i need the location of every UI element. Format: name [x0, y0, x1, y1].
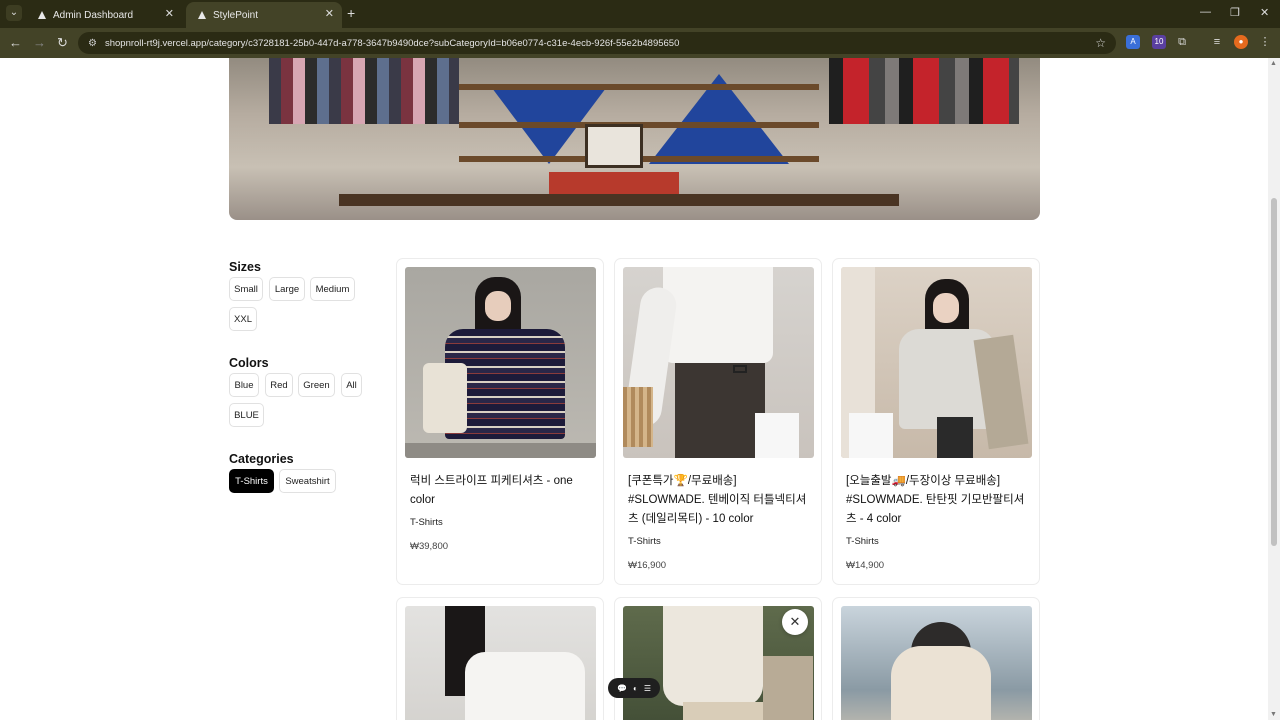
product-category: T-Shirts — [846, 536, 879, 547]
close-tab-icon[interactable]: ✕ — [325, 7, 334, 20]
new-tab-icon[interactable]: + — [347, 5, 355, 21]
translate-extension-icon[interactable]: A — [1126, 35, 1140, 49]
forward-icon[interactable]: → — [33, 35, 46, 50]
color-chip-all[interactable]: All — [341, 373, 362, 397]
product-category: T-Shirts — [628, 536, 661, 547]
product-card[interactable]: 럭비 스트라이프 피케티셔츠 - one color T-Shirts ₩39,… — [396, 258, 604, 585]
product-price: ₩14,900 — [846, 560, 885, 571]
browser-tab-bar: ⌄ Admin Dashboard ✕ StylePoint ✕ + — ❐ ✕ — [0, 0, 1280, 28]
colors-heading: Colors — [229, 356, 269, 370]
extension-badge-icon[interactable]: 10 — [1152, 35, 1166, 49]
floating-toolbar: 💬 ◐ ☰ — [608, 678, 660, 698]
product-card[interactable]: [쿠폰특가🏆/무료배송] #SLOWMADE. 텐베이직 터틀넥티셔츠 (데일리… — [614, 258, 822, 585]
product-card[interactable] — [832, 597, 1040, 720]
reload-icon[interactable]: ↻ — [57, 35, 68, 51]
close-icon[interactable]: ✕ — [782, 609, 808, 635]
product-image[interactable] — [623, 267, 814, 458]
restore-icon[interactable]: ❐ — [1230, 6, 1240, 19]
color-chip-green[interactable]: Green — [298, 373, 335, 397]
comment-icon[interactable]: 💬 — [617, 684, 627, 693]
tab-label: Admin Dashboard — [53, 9, 134, 21]
color-chip-blue-upper[interactable]: BLUE — [229, 403, 264, 427]
tab-stylepoint[interactable]: StylePoint ✕ — [186, 2, 342, 28]
product-title[interactable]: [쿠폰특가🏆/무료배송] #SLOWMADE. 텐베이직 터틀넥티셔츠 (데일리… — [628, 472, 812, 529]
sizes-heading: Sizes — [229, 260, 261, 274]
display-table — [339, 194, 899, 206]
display-counter — [549, 172, 679, 196]
shelf — [459, 84, 819, 90]
back-icon[interactable]: ← — [9, 35, 22, 50]
product-price: ₩16,900 — [628, 560, 667, 571]
product-card[interactable]: [오늘출발🚚/두장이상 무료배송] #SLOWMADE. 탄탄핏 기모반팔티셔츠… — [832, 258, 1040, 585]
vercel-favicon-icon — [38, 11, 46, 19]
color-chip-blue[interactable]: Blue — [229, 373, 259, 397]
product-image[interactable] — [841, 606, 1032, 720]
profile-avatar[interactable]: ● — [1234, 35, 1248, 49]
url-text: shopnroll-rt9j.vercel.app/category/c3728… — [104, 37, 680, 49]
category-chip-sweatshirt[interactable]: Sweatshirt — [279, 469, 336, 493]
extension-badge-count: 10 — [1154, 37, 1164, 46]
product-price: ₩39,800 — [410, 541, 449, 552]
page-viewport: Sizes Small Large Medium XXL Colors Blue… — [0, 58, 1268, 720]
scrollbar-thumb[interactable] — [1271, 198, 1277, 546]
address-bar[interactable]: ⚙ shopnroll-rt9j.vercel.app/category/c37… — [78, 32, 1116, 54]
site-info-icon[interactable]: ⚙ — [88, 38, 97, 49]
browser-menu-icon[interactable]: ⋮ — [1258, 35, 1272, 49]
size-chip-xxl[interactable]: XXL — [229, 307, 257, 331]
tab-search-icon[interactable]: ⌄ — [6, 5, 22, 21]
reading-list-icon[interactable]: ≡ — [1210, 35, 1224, 49]
clothing-rack-right — [829, 58, 1019, 124]
color-chip-red[interactable]: Red — [265, 373, 293, 397]
product-image[interactable] — [405, 606, 596, 720]
scroll-up-icon[interactable]: ▲ — [1270, 60, 1277, 67]
menu-icon[interactable]: ☰ — [644, 684, 651, 693]
product-image[interactable] — [405, 267, 596, 458]
scroll-down-icon[interactable]: ▼ — [1270, 711, 1277, 718]
size-chip-medium[interactable]: Medium — [310, 277, 355, 301]
tab-label: StylePoint — [213, 9, 259, 21]
page-scrollbar[interactable]: ▲ ▼ — [1268, 58, 1280, 720]
browser-toolbar: ← → ↻ ⚙ shopnroll-rt9j.vercel.app/catego… — [0, 28, 1280, 58]
minimize-icon[interactable]: — — [1200, 6, 1211, 18]
tab-admin-dashboard[interactable]: Admin Dashboard ✕ — [26, 2, 182, 28]
size-chip-small[interactable]: Small — [229, 277, 263, 301]
extensions-puzzle-icon[interactable]: ⧉ — [1175, 35, 1189, 49]
product-card[interactable] — [396, 597, 604, 720]
size-chip-large[interactable]: Large — [269, 277, 305, 301]
vercel-favicon-icon — [198, 11, 206, 19]
clothing-rack-left — [269, 58, 459, 124]
product-image[interactable] — [841, 267, 1032, 458]
category-chip-t-shirts[interactable]: T-Shirts — [229, 469, 274, 493]
product-title[interactable]: [오늘출발🚚/두장이상 무료배송] #SLOWMADE. 탄탄핏 기모반팔티셔츠… — [846, 472, 1030, 529]
product-category: T-Shirts — [410, 517, 443, 528]
hero-banner-image — [229, 58, 1040, 220]
picture-frame — [585, 124, 643, 168]
close-window-icon[interactable]: ✕ — [1260, 6, 1269, 19]
product-title[interactable]: 럭비 스트라이프 피케티셔츠 - one color — [410, 472, 594, 510]
close-tab-icon[interactable]: ✕ — [165, 7, 174, 20]
categories-heading: Categories — [229, 452, 294, 466]
toggle-icon[interactable]: ◐ — [633, 684, 638, 693]
bookmark-star-icon[interactable]: ☆ — [1095, 36, 1106, 50]
